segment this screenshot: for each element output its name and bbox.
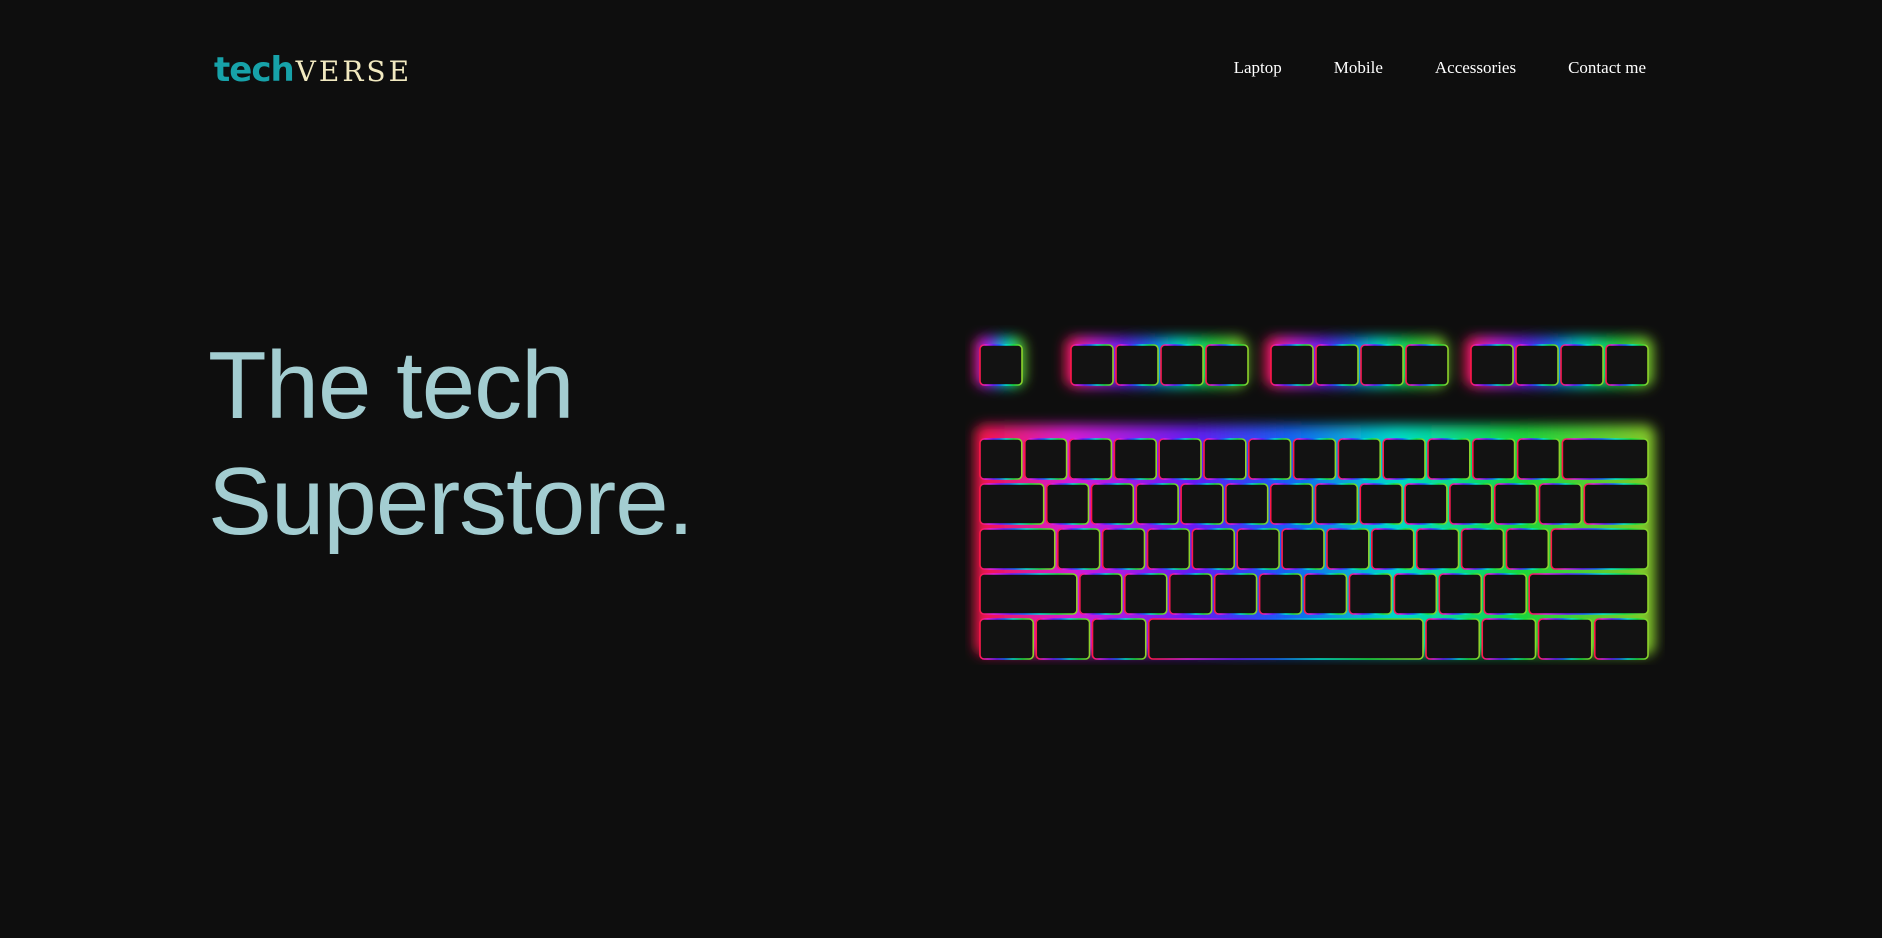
keyboard-key	[1191, 528, 1236, 570]
keyboard-key	[1056, 528, 1101, 570]
keyboard-key	[1225, 483, 1269, 525]
keyboard-key	[1583, 483, 1649, 525]
keyboard-key	[1537, 618, 1593, 660]
keyboard-key	[1269, 483, 1314, 525]
keyboard-function-key	[979, 344, 1023, 386]
hero-title: The tech Superstore.	[208, 328, 694, 560]
keyboard-key	[979, 618, 1035, 660]
keyboard-key	[1168, 573, 1213, 615]
keyboard-key	[1460, 528, 1505, 570]
keyboard-function-key	[1470, 344, 1514, 386]
keyboard-key	[1348, 573, 1393, 615]
keyboard-key	[1593, 618, 1649, 660]
page: tech VERSE Laptop Mobile Accessories Con…	[0, 0, 1882, 938]
keyboard-key	[1068, 438, 1113, 480]
keyboard-key	[1415, 528, 1460, 570]
keyboard-key	[1404, 483, 1448, 525]
keyboard-key	[1528, 573, 1649, 615]
keyboard-key	[1326, 528, 1370, 570]
keyboard-key	[1337, 438, 1381, 480]
keyboard-function-key	[1205, 344, 1249, 386]
keyboard-key	[979, 528, 1056, 570]
keyboard-key	[1146, 528, 1191, 570]
keyboard-key	[979, 483, 1045, 525]
keyboard-key	[1135, 483, 1179, 525]
keyboard-function-key	[1070, 344, 1114, 386]
keyboard-key	[1123, 573, 1168, 615]
hero-title-line-2: Superstore.	[208, 448, 694, 555]
keyboard-key	[1481, 618, 1537, 660]
keyboard-key	[1505, 528, 1550, 570]
keyboard-key	[1393, 573, 1438, 615]
keyboard-key	[1483, 573, 1527, 615]
rgb-keyboard-icon	[975, 337, 1655, 660]
keyboard-key	[1493, 483, 1538, 525]
nav-link-accessories[interactable]: Accessories	[1435, 58, 1516, 78]
keyboard-key	[1425, 618, 1481, 660]
keyboard-key	[1281, 528, 1325, 570]
keyboard-key	[1045, 483, 1090, 525]
keyboard-key	[1359, 483, 1403, 525]
keyboard-function-key	[1605, 344, 1649, 386]
keyboard-key	[1236, 528, 1280, 570]
keyboard-function-key	[1360, 344, 1404, 386]
keyboard-key	[1113, 438, 1157, 480]
brand-logo[interactable]: tech VERSE	[214, 50, 412, 90]
keyboard-key	[1258, 573, 1303, 615]
keyboard-key	[1471, 438, 1516, 480]
keyboard-function-key	[1160, 344, 1204, 386]
keyboard-key	[1101, 528, 1146, 570]
brand-logo-verse: VERSE	[295, 55, 413, 88]
keyboard-key	[1292, 438, 1337, 480]
keyboard-key	[1180, 483, 1224, 525]
keyboard-key	[1203, 438, 1247, 480]
keyboard-function-key	[1115, 344, 1159, 386]
keyboard-key	[1550, 528, 1649, 570]
keyboard-key	[1213, 573, 1258, 615]
keyboard-key	[1449, 483, 1493, 525]
keyboard-key	[1035, 618, 1091, 660]
nav-link-contact[interactable]: Contact me	[1568, 58, 1646, 78]
keyboard-key	[1427, 438, 1471, 480]
keyboard-key	[1247, 438, 1292, 480]
keyboard-key	[1314, 483, 1359, 525]
keyboard-key	[1303, 573, 1348, 615]
keyboard-key	[1079, 573, 1123, 615]
hero-title-line-1: The tech	[208, 332, 575, 439]
keyboard-key	[1561, 438, 1649, 480]
keyboard-function-key	[1405, 344, 1449, 386]
keyboard-key	[1516, 438, 1561, 480]
nav-link-laptop[interactable]: Laptop	[1234, 58, 1282, 78]
keyboard-function-key	[1315, 344, 1359, 386]
keyboard-key	[1158, 438, 1202, 480]
keyboard-key	[1147, 618, 1424, 660]
keyboard-key	[979, 438, 1023, 480]
brand-logo-tech: tech	[214, 50, 295, 90]
keyboard-function-key	[1270, 344, 1314, 386]
main-nav: Laptop Mobile Accessories Contact me	[1234, 58, 1646, 78]
keyboard-key	[979, 573, 1078, 615]
nav-link-mobile[interactable]: Mobile	[1334, 58, 1383, 78]
keyboard-key	[1382, 438, 1426, 480]
keyboard-key	[1371, 528, 1415, 570]
keyboard-key	[1090, 483, 1135, 525]
keyboard-key	[1538, 483, 1583, 525]
keyboard-function-key	[1515, 344, 1559, 386]
keyboard-key	[1023, 438, 1068, 480]
keyboard-key	[1438, 573, 1483, 615]
keyboard-key	[1091, 618, 1147, 660]
keyboard-function-key	[1560, 344, 1604, 386]
